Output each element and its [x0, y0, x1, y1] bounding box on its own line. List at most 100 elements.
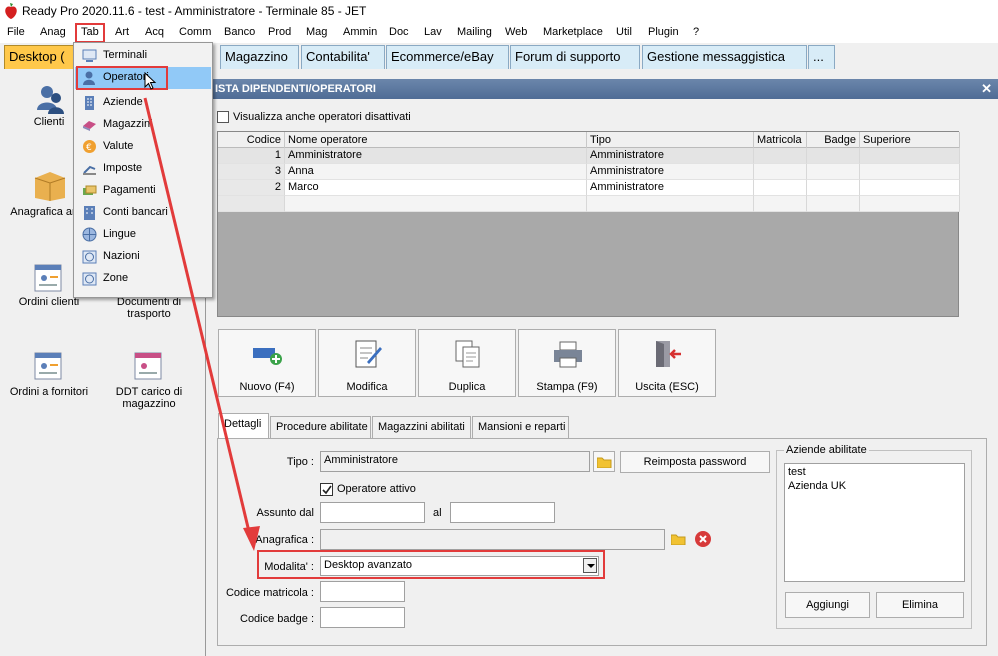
tab-procedure[interactable]: Procedure abilitate: [270, 416, 371, 438]
menu-item-terminali[interactable]: Terminali: [75, 45, 211, 67]
cell-codice: 3: [218, 164, 285, 180]
desktop-icon-ordini-fornitori[interactable]: Ordini a fornitori: [6, 386, 92, 398]
desktop-icon-ddt[interactable]: Documenti di trasporto: [105, 296, 193, 320]
table-row[interactable]: 3 Anna Amministratore: [218, 164, 960, 180]
list-item[interactable]: test: [788, 466, 806, 478]
cell-empty: [860, 196, 960, 212]
terminal-icon: [82, 49, 97, 62]
col-nome[interactable]: Nome operatore: [285, 132, 587, 148]
desktop-icon-ddt-carico[interactable]: DDT carico di magazzino: [106, 386, 192, 410]
hired-to-field[interactable]: [450, 502, 555, 523]
menu-item-lingue[interactable]: Lingue: [75, 224, 211, 246]
svg-text:€: €: [86, 143, 92, 153]
print-button-label: Stampa (F9): [536, 381, 598, 393]
menu-plugin[interactable]: Plugin: [648, 26, 679, 38]
menu-item-pagamenti[interactable]: Pagamenti: [75, 180, 211, 202]
anagrafica-field[interactable]: [320, 529, 665, 550]
customer-orders-icon: [34, 264, 62, 292]
new-record-icon: [253, 348, 282, 365]
tab-messaggistica[interactable]: Gestione messaggistica: [642, 45, 807, 69]
duplicate-button[interactable]: Duplica: [418, 329, 516, 397]
cell-nome: Amministratore: [285, 148, 587, 164]
cell-empty: [285, 196, 587, 212]
tab-magazzini[interactable]: Magazzini abilitati: [372, 416, 471, 438]
menu-web[interactable]: Web: [505, 26, 527, 38]
checkmark-icon: [322, 485, 332, 495]
menu-anag[interactable]: Anag: [40, 26, 66, 38]
menu-ammin[interactable]: Ammin: [343, 26, 377, 38]
list-item[interactable]: Azienda UK: [788, 480, 846, 492]
show-disabled-checkbox[interactable]: [217, 111, 229, 123]
menu-item-imposte[interactable]: Imposte: [75, 158, 211, 180]
cell-tipo: Amministratore: [587, 148, 754, 164]
remove-company-button[interactable]: Elimina: [876, 592, 964, 618]
tab-forum[interactable]: Forum di supporto: [510, 45, 640, 69]
col-matricola[interactable]: Matricola: [754, 132, 807, 148]
tab-magazzino[interactable]: Magazzino: [220, 45, 299, 69]
cell-empty: [807, 196, 860, 212]
menu-file[interactable]: File: [7, 26, 25, 38]
col-codice[interactable]: Codice: [218, 132, 285, 148]
anagrafica-browse-button[interactable]: [669, 530, 689, 549]
clear-icon[interactable]: [694, 530, 712, 548]
new-button[interactable]: Nuovo (F4): [218, 329, 316, 397]
menu-acq[interactable]: Acq: [145, 26, 164, 38]
table-row[interactable]: 1 Amministratore Amministratore: [218, 148, 960, 164]
tipo-browse-button[interactable]: [593, 451, 615, 472]
edit-button-label: Modifica: [346, 381, 388, 393]
menu-item-magazzini[interactable]: Magazzini: [75, 114, 211, 136]
reset-password-button[interactable]: Reimposta password: [620, 451, 770, 473]
edit-icon: [355, 340, 382, 368]
exit-button[interactable]: Uscita (ESC): [618, 329, 716, 397]
language-icon: [82, 227, 97, 242]
table-row[interactable]: 2 Marco Amministratore: [218, 180, 960, 196]
menu-help[interactable]: ?: [693, 26, 699, 38]
close-icon[interactable]: ✕: [981, 81, 992, 97]
tax-icon: [83, 165, 96, 175]
menu-mailing[interactable]: Mailing: [457, 26, 492, 38]
add-company-button[interactable]: Aggiungi: [785, 592, 870, 618]
active-checkbox[interactable]: [320, 483, 333, 496]
print-button[interactable]: Stampa (F9): [518, 329, 616, 397]
tipo-field[interactable]: Amministratore: [320, 451, 590, 472]
menu-item-zone[interactable]: Zone: [75, 268, 211, 290]
col-badge[interactable]: Badge: [807, 132, 860, 148]
building-icon: [85, 96, 94, 110]
menu-item-valute[interactable]: € Valute: [75, 136, 211, 158]
menu-tab-highlight: [75, 23, 105, 43]
menu-util[interactable]: Util: [616, 26, 632, 38]
tab-desktop[interactable]: Desktop (: [4, 45, 76, 69]
cell-matricola: [754, 148, 807, 164]
operators-grid: Codice Nome operatore Tipo Matricola Bad…: [217, 131, 960, 317]
menu-mag[interactable]: Mag: [306, 26, 327, 38]
cell-superiore: [860, 164, 960, 180]
cell-empty: [587, 196, 754, 212]
companies-label: Aziende abilitate: [784, 444, 869, 456]
bank-icon: [84, 206, 95, 220]
matricola-field[interactable]: [320, 581, 405, 602]
zone-icon: [82, 272, 97, 286]
menu-bar: File Anag Tab Art Acq Comm Banco Prod Ma…: [0, 23, 998, 43]
tab-contabilita[interactable]: Contabilita': [301, 45, 385, 69]
menu-comm[interactable]: Comm: [179, 26, 211, 38]
menu-art[interactable]: Art: [115, 26, 129, 38]
menu-prod[interactable]: Prod: [268, 26, 291, 38]
col-superiore[interactable]: Superiore: [860, 132, 960, 148]
badge-field[interactable]: [320, 607, 405, 628]
menu-item-nazioni[interactable]: Nazioni: [75, 246, 211, 268]
tab-more[interactable]: ...: [808, 45, 835, 69]
tab-mansioni[interactable]: Mansioni e reparti: [472, 416, 569, 438]
menu-banco[interactable]: Banco: [224, 26, 255, 38]
menu-item-aziende[interactable]: Aziende: [75, 92, 211, 114]
tab-dettagli[interactable]: Dettagli: [218, 413, 269, 439]
col-tipo[interactable]: Tipo: [587, 132, 754, 148]
menu-doc[interactable]: Doc: [389, 26, 409, 38]
edit-button[interactable]: Modifica: [318, 329, 416, 397]
tab-ecommerce[interactable]: Ecommerce/eBay: [386, 45, 509, 69]
table-row-empty[interactable]: [218, 196, 960, 212]
menu-lav[interactable]: Lav: [424, 26, 442, 38]
hired-from-field[interactable]: [320, 502, 425, 523]
menu-marketplace[interactable]: Marketplace: [543, 26, 603, 38]
companies-list[interactable]: test Azienda UK: [784, 463, 965, 582]
menu-item-conti-bancari[interactable]: Conti bancari: [75, 202, 211, 224]
